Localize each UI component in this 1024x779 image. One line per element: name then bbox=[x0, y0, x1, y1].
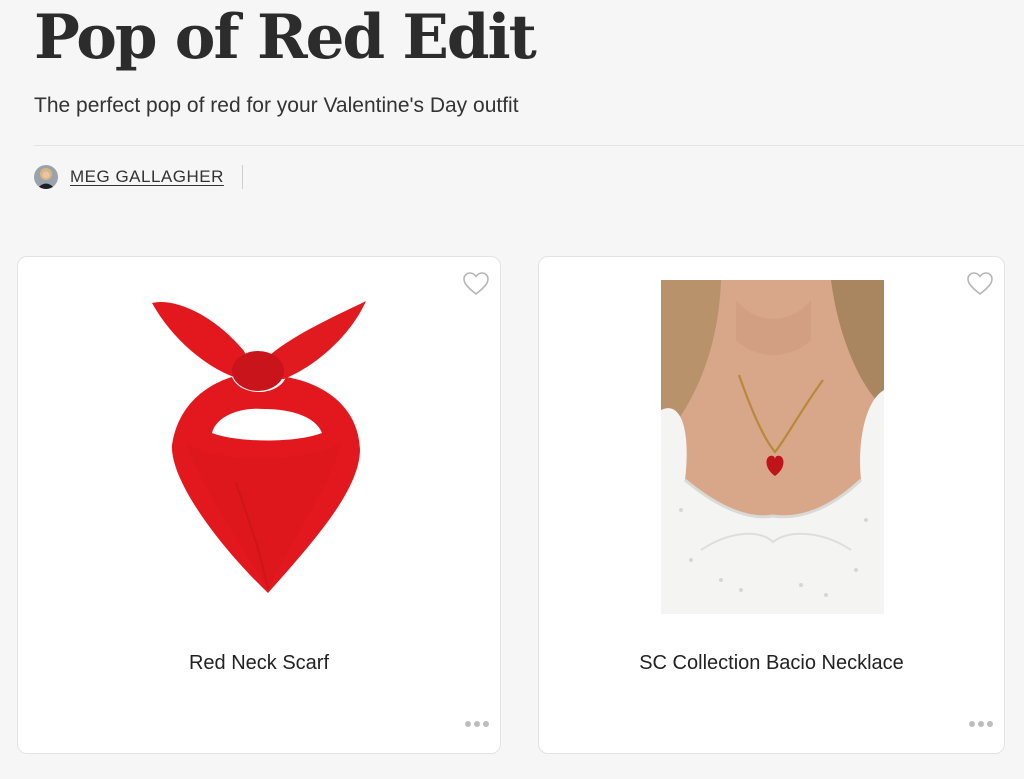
avatar[interactable] bbox=[34, 165, 58, 189]
product-name[interactable]: Red Neck Scarf bbox=[18, 652, 500, 675]
page-title: Pop of Red Edit bbox=[34, 2, 537, 73]
more-dots-icon[interactable] bbox=[968, 719, 994, 729]
product-card[interactable]: SC Collection Bacio Necklace bbox=[538, 256, 1005, 754]
page-subtitle: The perfect pop of red for your Valentin… bbox=[34, 94, 519, 117]
byline-separator bbox=[241, 165, 243, 189]
heart-outline-icon[interactable] bbox=[966, 271, 994, 297]
red-neck-scarf-image[interactable] bbox=[146, 293, 372, 599]
more-dots-icon[interactable] bbox=[464, 719, 490, 729]
product-name[interactable]: SC Collection Bacio Necklace bbox=[539, 652, 1004, 675]
heart-outline-icon[interactable] bbox=[462, 271, 490, 297]
product-card[interactable]: Red Neck Scarf bbox=[17, 256, 501, 754]
heart-necklace-photo[interactable] bbox=[661, 280, 884, 614]
author-byline: MEG GALLAGHER bbox=[34, 164, 243, 190]
author-name-link[interactable]: MEG GALLAGHER bbox=[70, 167, 224, 187]
header-divider bbox=[34, 145, 1024, 146]
page: Pop of Red Edit The perfect pop of red f… bbox=[0, 0, 1024, 779]
